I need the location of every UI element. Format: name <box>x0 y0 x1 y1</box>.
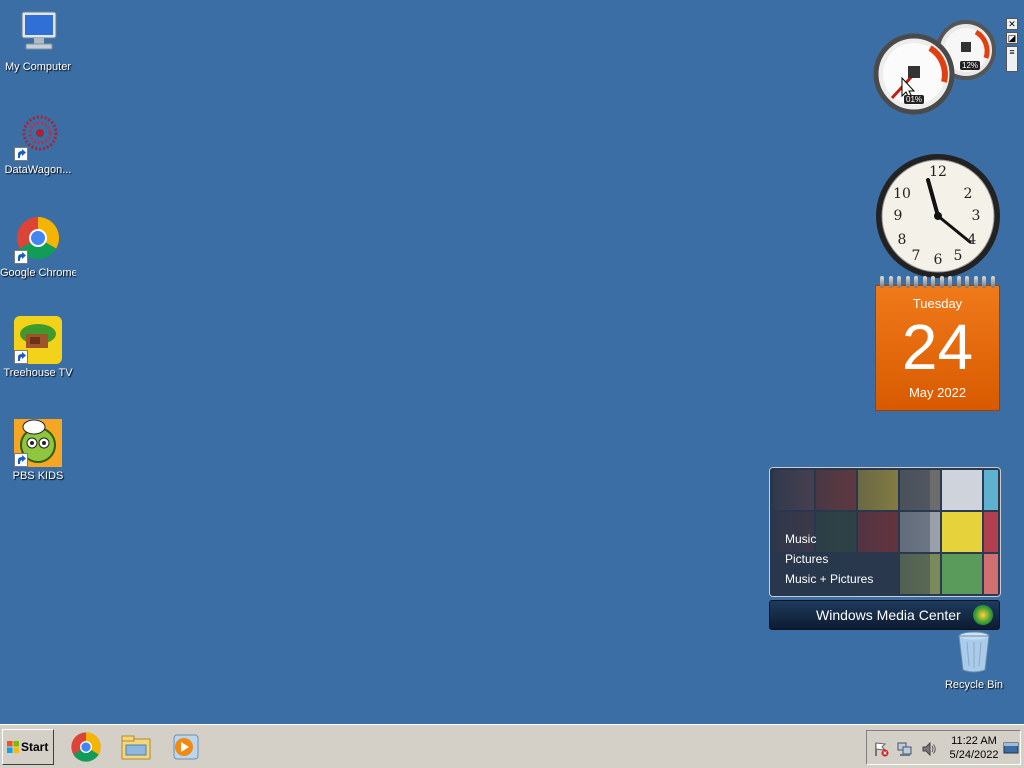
taskbar-chrome-button[interactable] <box>70 731 102 763</box>
volume-icon[interactable] <box>921 741 937 757</box>
memory-usage-value: 12% <box>960 61 981 70</box>
calendar-day-of-week: Tuesday <box>912 296 963 311</box>
gadget-controls: ✕ ◪ ≡ <box>1006 18 1020 74</box>
desktop-icon-datawagon[interactable]: DataWagon... <box>0 113 76 177</box>
show-desktop-icon[interactable] <box>1003 740 1019 756</box>
desktop-icon-label: PBS KIDS <box>12 470 64 482</box>
shortcut-arrow-icon <box>14 453 28 467</box>
tray-clock[interactable]: 11:22 AM 5/24/2022 <box>945 734 1003 762</box>
start-label: Start <box>21 740 49 754</box>
media-menu-item-pictures[interactable]: Pictures <box>785 549 873 569</box>
windows-logo-icon <box>973 605 993 625</box>
desktop-icon-label: Recycle Bin <box>944 679 1004 691</box>
recycle-bin-icon <box>950 628 998 676</box>
desktop-icon-label: Treehouse TV <box>3 367 73 379</box>
clock-gadget[interactable]: 12 2 3 4 5 6 7 8 9 10 <box>874 152 1002 280</box>
shortcut-arrow-icon <box>14 350 28 364</box>
tray-date: 5/24/2022 <box>949 749 999 761</box>
tray-time: 11:22 AM <box>951 735 997 747</box>
desktop-icon-label: Google Chrome <box>0 267 76 279</box>
windows-flag-icon <box>7 741 19 753</box>
calendar-day: 24 <box>901 311 974 383</box>
taskbar-media-player-button[interactable] <box>170 731 202 763</box>
computer-icon <box>14 10 62 58</box>
system-tray: 11:22 AM 5/24/2022 <box>866 730 1021 765</box>
desktop: My Computer DataWagon... Google Chrome T… <box>0 0 1024 724</box>
network-icon[interactable] <box>897 741 913 757</box>
chrome-icon <box>14 216 62 264</box>
media-center-title: Windows Media Center <box>816 607 961 623</box>
desktop-icon-my-computer[interactable]: My Computer <box>0 10 76 74</box>
close-icon[interactable]: ✕ <box>1006 18 1018 30</box>
treehouse-tv-icon <box>14 316 62 364</box>
desktop-icon-label: DataWagon... <box>4 164 72 176</box>
calendar-month-year: May 2022 <box>908 385 967 400</box>
desktop-icon-label: My Computer <box>4 61 72 73</box>
shortcut-arrow-icon <box>14 147 28 161</box>
media-menu-item-music[interactable]: Music <box>785 529 873 549</box>
desktop-icon-pbs-kids[interactable]: PBS KIDS <box>0 419 76 483</box>
cpu-usage-value: 01% <box>904 95 925 104</box>
desktop-icon-google-chrome[interactable]: Google Chrome <box>0 216 76 280</box>
desktop-icon-recycle-bin[interactable]: Recycle Bin <box>936 628 1012 692</box>
media-center-menu: Music Pictures Music + Pictures <box>785 529 873 589</box>
media-center-gadget[interactable]: Music Pictures Music + Pictures <box>769 467 1001 597</box>
taskbar: Start 11:22 AM 5/24/2022 <box>0 724 1024 768</box>
datawagon-icon <box>14 113 62 161</box>
chrome-icon <box>71 732 101 762</box>
shortcut-arrow-icon <box>14 250 28 264</box>
media-menu-item-music-pictures[interactable]: Music + Pictures <box>785 569 873 589</box>
media-player-icon <box>173 734 199 760</box>
calendar-rings <box>880 276 995 288</box>
cpu-meter-gadget[interactable]: 01% 12% <box>872 20 1002 116</box>
start-button[interactable]: Start <box>2 729 54 765</box>
windows-explorer-icon <box>121 735 151 760</box>
taskbar-explorer-button[interactable] <box>120 731 152 763</box>
pbs-kids-icon <box>14 419 62 467</box>
drag-handle-icon[interactable]: ≡ <box>1006 46 1018 72</box>
calendar-gadget[interactable]: Tuesday 24 May 2022 <box>875 276 1000 411</box>
size-toggle-icon[interactable]: ◪ <box>1006 32 1018 44</box>
media-center-titlebar[interactable]: Windows Media Center <box>769 600 1000 630</box>
desktop-icon-treehouse-tv[interactable]: Treehouse TV <box>0 316 76 380</box>
action-center-flag-icon[interactable] <box>873 741 889 757</box>
